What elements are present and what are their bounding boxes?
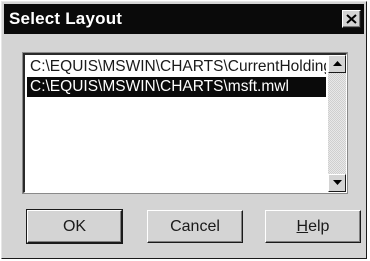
help-label: elp — [308, 217, 330, 235]
list-item[interactable]: C:\EQUIS\MSWIN\CHARTS\CurrentHoldings — [27, 57, 326, 77]
help-mnemonic: H — [296, 217, 309, 235]
dialog-title: Select Layout — [9, 9, 123, 28]
list-item-selected[interactable]: C:\EQUIS\MSWIN\CHARTS\msft.mwl — [27, 77, 326, 97]
arrow-up-icon — [333, 61, 342, 66]
close-button[interactable] — [342, 10, 361, 28]
arrow-down-icon — [333, 180, 342, 185]
layout-listbox[interactable]: C:\EQUIS\MSWIN\CHARTS\CurrentHoldings C:… — [23, 53, 347, 193]
title-bar[interactable]: Select Layout — [4, 4, 364, 34]
cancel-button[interactable]: Cancel — [147, 210, 243, 243]
close-icon — [346, 14, 357, 24]
scroll-down-button[interactable] — [328, 174, 346, 192]
scroll-up-button[interactable] — [328, 55, 346, 73]
ok-button[interactable]: OK — [26, 209, 123, 244]
select-layout-dialog: Select Layout C:\EQUIS\MSWIN\CHARTS\Curr… — [1, 1, 367, 259]
layout-list: C:\EQUIS\MSWIN\CHARTS\CurrentHoldings C:… — [27, 57, 326, 192]
help-button[interactable]: Help — [265, 210, 361, 243]
vertical-scrollbar[interactable] — [328, 55, 346, 192]
